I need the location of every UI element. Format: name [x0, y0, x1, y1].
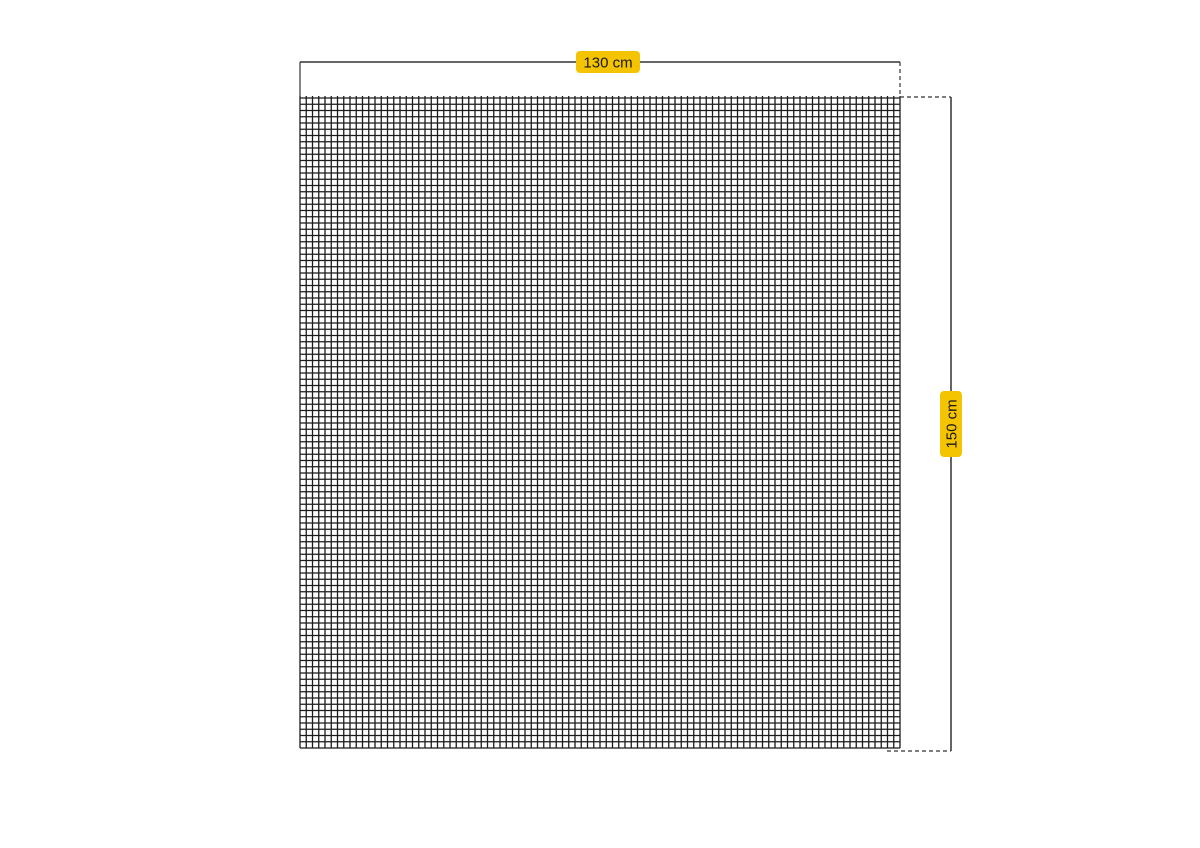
height-label: 150 cm	[944, 399, 961, 448]
width-label: 130 cm	[583, 55, 632, 72]
mesh-dimension-diagram: 130 cm 150 cm	[299, 51, 962, 752]
height-dimension: 150 cm	[887, 96, 962, 752]
mesh-grid	[299, 96, 901, 749]
width-dimension: 130 cm	[299, 51, 901, 98]
